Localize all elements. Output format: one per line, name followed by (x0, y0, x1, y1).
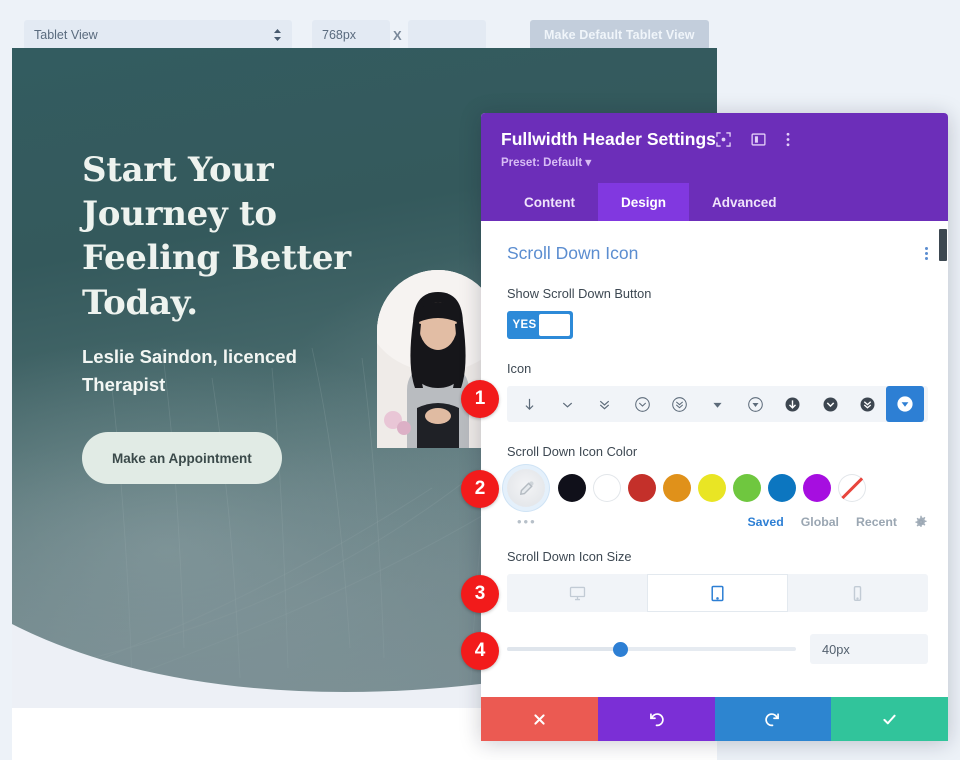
icon-option-chevron-down-circle-filled-icon[interactable] (811, 386, 849, 422)
modal-preset-label: Preset: Default (501, 157, 583, 169)
callout-badge-2: 2 (461, 470, 499, 508)
hero-heading: Start Your Journey to Feeling Better Tod… (82, 150, 351, 323)
gear-icon[interactable] (914, 515, 928, 529)
icon-option-chevron-down-thin-icon[interactable] (549, 386, 587, 422)
color-swatch-purple[interactable] (803, 474, 831, 502)
icon-option-arrow-down-icon[interactable] (511, 386, 549, 422)
redo-button[interactable] (714, 697, 832, 741)
save-button[interactable] (831, 697, 948, 741)
toggle-state-label: YES (512, 319, 537, 331)
tablet-icon[interactable] (647, 574, 788, 612)
fullwidth-header-settings-modal: Fullwidth Header Settings Preset: Defaul… (481, 113, 948, 741)
modal-scrollbar-thumb[interactable] (939, 229, 947, 261)
make-default-tablet-view-button[interactable]: Make Default Tablet View (530, 20, 709, 50)
viewport-select[interactable]: Tablet View (24, 20, 292, 50)
tab-content[interactable]: Content (501, 183, 598, 221)
cancel-button[interactable] (481, 697, 598, 741)
eyedropper-icon[interactable] (507, 469, 545, 507)
color-tab-saved[interactable]: Saved (747, 515, 783, 529)
color-tab-recent[interactable]: Recent (856, 515, 897, 529)
icon-size-value-input[interactable]: 40px (810, 634, 928, 664)
tab-advanced[interactable]: Advanced (689, 183, 800, 221)
chevron-down-icon: ▾ (585, 157, 592, 169)
color-swatch-yellow[interactable] (698, 474, 726, 502)
callout-badge-3: 3 (461, 575, 499, 613)
modal-body: Scroll Down Icon Show Scroll Down Button… (481, 221, 948, 697)
responsive-device-tabs (507, 574, 928, 612)
color-swatch-white[interactable] (593, 474, 621, 502)
section-title: Scroll Down Icon (507, 243, 639, 263)
redo-icon (765, 712, 780, 726)
section-kebab-menu-icon[interactable] (925, 247, 928, 260)
viewport-width-value: 768px (322, 28, 357, 42)
modal-tabs: Content Design Advanced (501, 183, 928, 221)
modal-footer (481, 697, 948, 741)
icon-option-chevrons-down-thin-icon[interactable] (586, 386, 624, 422)
icon-option-caret-down-circle-filled-icon[interactable] (886, 386, 925, 422)
color-swatch-red[interactable] (628, 474, 656, 502)
icon-field-label: Icon (507, 361, 532, 376)
icon-option-caret-down-icon[interactable] (699, 386, 737, 422)
make-appointment-button[interactable]: Make an Appointment (82, 432, 282, 485)
color-swatch-orange[interactable] (663, 474, 691, 502)
fullscreen-icon[interactable] (716, 132, 731, 147)
slider-fill (507, 647, 620, 651)
layout-panel-icon[interactable] (751, 132, 766, 147)
icon-size-slider[interactable] (507, 639, 796, 659)
color-swatch-blue[interactable] (768, 474, 796, 502)
icon-option-chevron-down-circle-outline-icon[interactable] (624, 386, 662, 422)
color-swatch-row (507, 469, 928, 507)
modal-header: Fullwidth Header Settings Preset: Defaul… (481, 113, 948, 221)
undo-icon (649, 712, 664, 726)
phone-icon[interactable] (787, 574, 928, 612)
icon-size-value: 40px (822, 641, 850, 657)
viewport-select-label: Tablet View (34, 28, 98, 42)
icon-option-chevrons-down-circle-filled-icon[interactable] (849, 386, 887, 422)
scroll-down-icon-size-label: Scroll Down Icon Size (507, 549, 632, 564)
checkmark-icon (883, 714, 896, 724)
viewport-width-input[interactable]: 768px (312, 20, 390, 50)
color-swatch-green[interactable] (733, 474, 761, 502)
desktop-icon[interactable] (507, 574, 648, 612)
chevron-updown-icon (273, 28, 282, 42)
modal-title: Fullwidth Header Settings (501, 129, 716, 149)
undo-button[interactable] (597, 697, 715, 741)
callout-badge-1: 1 (461, 380, 499, 418)
color-tab-global[interactable]: Global (801, 515, 839, 529)
icon-size-control-row: 40px (507, 634, 928, 664)
modal-preset-selector[interactable]: Preset: Default ▾ (501, 155, 716, 169)
viewport-dimension-separator: X (393, 27, 402, 43)
cross-icon (534, 713, 545, 725)
make-appointment-label: Make an Appointment (112, 450, 252, 466)
icon-option-arrow-down-circle-filled-icon[interactable] (774, 386, 812, 422)
show-scroll-down-button-label: Show Scroll Down Button (507, 286, 652, 301)
modal-scrollbar[interactable] (939, 221, 948, 697)
tab-design[interactable]: Design (598, 183, 690, 221)
color-swatch-black[interactable] (558, 474, 586, 502)
icon-option-caret-down-circle-outline-icon[interactable] (736, 386, 774, 422)
callout-badge-4: 4 (461, 632, 499, 670)
kebab-menu-icon[interactable] (786, 132, 790, 147)
hero-text-block: Start Your Journey to Feeling Better Tod… (82, 148, 382, 485)
viewport-height-input[interactable] (408, 20, 486, 50)
icon-option-chevrons-down-circle-outline-icon[interactable] (661, 386, 699, 422)
color-source-tabs: Saved Global Recent (507, 515, 928, 529)
hero-subheading: Leslie Saindon, licenced Therapist (82, 345, 297, 396)
icon-options-row (507, 386, 928, 422)
show-scroll-down-button-toggle[interactable]: YES (507, 311, 573, 339)
scroll-down-icon-color-label: Scroll Down Icon Color (507, 444, 638, 459)
toggle-knob (539, 314, 570, 336)
make-default-tablet-view-label: Make Default Tablet View (544, 28, 695, 42)
section-header-scroll-down-icon: Scroll Down Icon (507, 243, 928, 264)
slider-knob[interactable] (612, 641, 628, 657)
color-swatch-transparent[interactable] (838, 474, 866, 502)
